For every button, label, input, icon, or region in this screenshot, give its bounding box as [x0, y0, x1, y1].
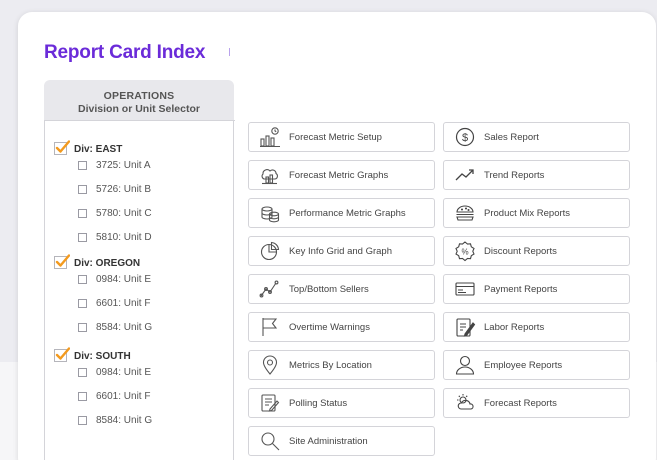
report-label: Payment Reports: [484, 283, 558, 295]
user-icon: [454, 354, 476, 376]
unit-label: 0984: Unit E: [96, 274, 152, 285]
report-label: Sales Report: [484, 131, 539, 143]
burger-icon: [454, 202, 476, 224]
checkmark-icon[interactable]: [54, 347, 70, 364]
forecast-graphs-icon: [259, 164, 281, 186]
report-label: Employee Reports: [484, 359, 563, 371]
unit-label: 0984: Unit E: [96, 367, 152, 378]
product-mix-reports-button[interactable]: Product Mix Reports: [443, 198, 630, 228]
dollar-circle-icon: $: [454, 126, 476, 148]
percent-badge-icon: %: [454, 240, 476, 262]
line-graph-icon: [259, 278, 281, 300]
unit-label: 3725: Unit A: [96, 160, 151, 171]
unit-item[interactable]: 8584: Unit G: [78, 322, 152, 333]
forecast-metric-graphs-button[interactable]: Forecast Metric Graphs: [248, 160, 435, 190]
report-label: Trend Reports: [484, 169, 545, 181]
unit-item[interactable]: 8584: Unit G: [78, 415, 152, 426]
forecast-reports-button[interactable]: Forecast Reports: [443, 388, 630, 418]
division-label: Div: SOUTH: [74, 351, 131, 362]
employee-reports-button[interactable]: Employee Reports: [443, 350, 630, 380]
checkmark-icon[interactable]: [54, 140, 70, 157]
checkbox[interactable]: [78, 392, 87, 401]
top-bottom-sellers-button[interactable]: Top/Bottom Sellers: [248, 274, 435, 304]
unit-item[interactable]: 5726: Unit B: [78, 184, 151, 195]
svg-text:%: %: [461, 248, 468, 257]
unit-label: 8584: Unit G: [96, 415, 153, 426]
unit-label: 6601: Unit F: [96, 391, 151, 402]
performance-metric-graphs-button[interactable]: Performance Metric Graphs: [248, 198, 435, 228]
selector-heading: OPERATIONS: [103, 90, 175, 102]
unit-item[interactable]: 3725: Unit A: [78, 160, 150, 171]
report-label: Polling Status: [289, 397, 348, 409]
key-info-grid-button[interactable]: Key Info Grid and Graph: [248, 236, 435, 266]
location-pin-icon: [259, 354, 281, 376]
checkbox[interactable]: [78, 185, 87, 194]
checkmark-icon[interactable]: [54, 254, 70, 271]
trend-reports-button[interactable]: Trend Reports: [443, 160, 630, 190]
report-label: Forecast Metric Graphs: [289, 169, 389, 181]
unit-label: 5780: Unit C: [96, 208, 152, 219]
checkbox[interactable]: [78, 299, 87, 308]
payment-reports-button[interactable]: Payment Reports: [443, 274, 630, 304]
report-label: Labor Reports: [484, 321, 545, 333]
forecast-setup-icon: [259, 126, 281, 148]
search-icon: [259, 430, 281, 452]
division-south[interactable]: Div: SOUTH: [54, 347, 131, 364]
report-label: Forecast Metric Setup: [289, 131, 382, 143]
svg-text:$: $: [462, 132, 468, 144]
flag-icon: [259, 316, 281, 338]
division-label: Div: EAST: [74, 144, 123, 155]
unit-item[interactable]: 6601: Unit F: [78, 391, 150, 402]
checkbox[interactable]: [78, 416, 87, 425]
metrics-by-location-button[interactable]: Metrics By Location: [248, 350, 435, 380]
report-label: Overtime Warnings: [289, 321, 370, 333]
unit-label: 5810: Unit D: [96, 232, 152, 243]
unit-item[interactable]: 0984: Unit E: [78, 367, 151, 378]
forecast-metric-setup-button[interactable]: Forecast Metric Setup: [248, 122, 435, 152]
pie-chart-icon: [259, 240, 281, 262]
edit-document-icon: [259, 392, 281, 414]
checkbox[interactable]: [78, 368, 87, 377]
coins-icon: [259, 202, 281, 224]
report-label: Metrics By Location: [289, 359, 372, 371]
unit-item[interactable]: 0984: Unit E: [78, 274, 151, 285]
report-label: Product Mix Reports: [484, 207, 571, 219]
checkbox[interactable]: [78, 323, 87, 332]
checkbox[interactable]: [78, 275, 87, 284]
labor-reports-button[interactable]: Labor Reports: [443, 312, 630, 342]
unit-selector-list: Div: EAST 3725: Unit A 5726: Unit B 5780…: [44, 120, 235, 460]
unit-item[interactable]: 6601: Unit F: [78, 298, 150, 309]
discount-reports-button[interactable]: % Discount Reports: [443, 236, 630, 266]
trend-icon: [454, 164, 476, 186]
selector-subheading: Division or Unit Selector: [78, 103, 200, 115]
division-label: Div: OREGON: [74, 258, 141, 269]
title-cursor-mark: [229, 48, 230, 56]
report-label: Site Administration: [289, 435, 368, 447]
report-label: Discount Reports: [484, 245, 557, 257]
division-east[interactable]: Div: EAST: [54, 140, 123, 157]
overtime-warnings-button[interactable]: Overtime Warnings: [248, 312, 435, 342]
report-label: Key Info Grid and Graph: [289, 245, 392, 257]
weather-icon: [454, 392, 476, 414]
report-label: Forecast Reports: [484, 397, 557, 409]
sales-report-button[interactable]: $ Sales Report: [443, 122, 630, 152]
unit-item[interactable]: 5780: Unit C: [78, 208, 152, 219]
unit-label: 6601: Unit F: [96, 298, 151, 309]
report-card-panel: Report Card Index OPERATIONS Division or…: [18, 12, 656, 460]
site-administration-button[interactable]: Site Administration: [248, 426, 435, 456]
division-oregon[interactable]: Div: OREGON: [54, 254, 141, 271]
checkbox[interactable]: [78, 209, 87, 218]
checkbox[interactable]: [78, 233, 87, 242]
clipboard-pen-icon: [454, 316, 476, 338]
unit-label: 5726: Unit B: [96, 184, 152, 195]
unit-label: 8584: Unit G: [96, 322, 153, 333]
page-title: Report Card Index: [44, 42, 206, 63]
report-label: Top/Bottom Sellers: [289, 283, 369, 295]
checkbox[interactable]: [78, 161, 87, 170]
credit-card-icon: [454, 278, 476, 300]
unit-item[interactable]: 5810: Unit D: [78, 232, 152, 243]
polling-status-button[interactable]: Polling Status: [248, 388, 435, 418]
report-label: Performance Metric Graphs: [289, 207, 406, 219]
